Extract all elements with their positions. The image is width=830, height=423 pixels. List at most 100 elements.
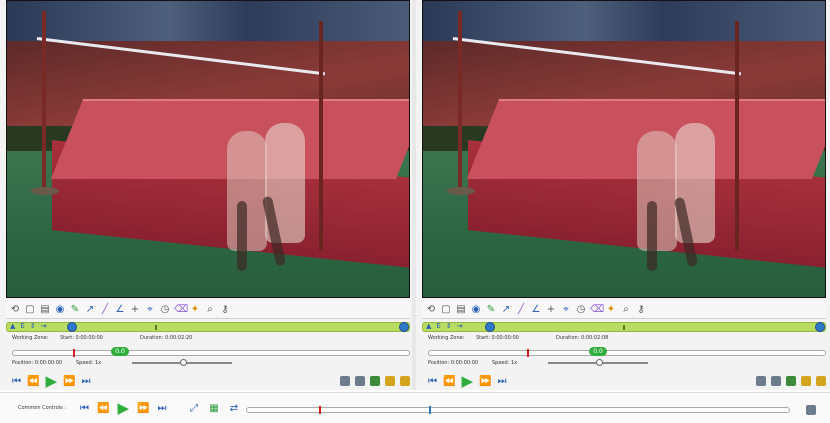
key-icon[interactable]: ⚷	[635, 304, 647, 316]
zone-start-icon[interactable]: ▲	[426, 322, 431, 330]
save-icon[interactable]	[400, 376, 410, 386]
zone-end-icon[interactable]: E	[436, 322, 440, 330]
upright-base	[447, 187, 475, 195]
speed-knob[interactable]	[596, 359, 603, 366]
flag-icon[interactable]	[385, 376, 395, 386]
common-first-frame-icon[interactable]: ⏮	[80, 403, 89, 414]
athlete-ghost	[637, 131, 677, 251]
common-red-marker	[319, 406, 321, 414]
swap-icon[interactable]: ⇄	[228, 403, 240, 415]
pane-actions	[340, 376, 410, 386]
angle-icon[interactable]: ∠	[530, 304, 542, 316]
eraser-icon[interactable]: ⌫	[590, 304, 604, 316]
snapshot-icon[interactable]	[756, 376, 766, 386]
common-position-slider[interactable]	[246, 406, 790, 414]
crosshair-icon[interactable]: ⌖	[144, 304, 156, 316]
snapshot-icon[interactable]	[806, 405, 816, 415]
working-zone-label: Working Zone:	[428, 335, 465, 341]
grid-icon[interactable]: ▤	[455, 304, 467, 316]
crosshair-icon[interactable]: ⌖	[560, 304, 572, 316]
position-marker	[73, 349, 75, 357]
video-frame[interactable]	[422, 0, 826, 298]
pause-icon[interactable]	[370, 376, 380, 386]
play-icon[interactable]: ▶	[45, 372, 57, 390]
angle-icon[interactable]: ∠	[114, 304, 126, 316]
next-frame-icon[interactable]: ⏩	[479, 376, 491, 387]
athlete-leg	[237, 201, 247, 271]
save-icon[interactable]	[816, 376, 826, 386]
working-zone-end-handle[interactable]	[815, 322, 825, 332]
left-upright	[42, 11, 46, 191]
video-export-icon[interactable]	[771, 376, 781, 386]
pencil-icon[interactable]: ✎	[69, 304, 81, 316]
eye-icon[interactable]: ◉	[470, 304, 482, 316]
last-frame-icon[interactable]: ⏭	[81, 376, 90, 387]
cross-icon[interactable]: +	[545, 304, 557, 316]
eye-icon[interactable]: ◉	[54, 304, 66, 316]
eraser-icon[interactable]: ⌫	[174, 304, 188, 316]
zone-start-icon[interactable]: ▲	[10, 322, 15, 330]
line-icon[interactable]: ╱	[515, 304, 527, 316]
working-zone-bar[interactable]	[6, 322, 410, 332]
history-icon[interactable]: ⟲	[9, 304, 21, 316]
common-last-frame-icon[interactable]: ⏭	[157, 403, 166, 414]
sync-icon[interactable]: ⤢	[188, 403, 200, 415]
working-zone-label: Working Zone:	[12, 335, 49, 341]
position-badge[interactable]: 0.0	[111, 347, 129, 356]
working-zone-end-handle[interactable]	[399, 322, 409, 332]
zone-jump-icon[interactable]: ⇥	[41, 322, 47, 330]
zone-lock-icon[interactable]: ⇕	[446, 322, 452, 330]
pencil-icon[interactable]: ✎	[485, 304, 497, 316]
clock-icon[interactable]: ◷	[159, 304, 171, 316]
magnet-icon[interactable]: ✦	[605, 304, 617, 316]
arrow-icon[interactable]: ↗	[84, 304, 96, 316]
video-frame[interactable]	[6, 0, 410, 298]
position-slider[interactable]: 0.0	[12, 347, 410, 357]
working-zone-marker	[623, 325, 625, 330]
magnet-icon[interactable]: ✦	[189, 304, 201, 316]
zone-lock-icon[interactable]: ⇕	[30, 322, 36, 330]
previous-frame-icon[interactable]: ⏪	[443, 376, 455, 387]
common-play-icon[interactable]: ▶	[117, 399, 129, 417]
drawing-toolbar: ⟲ ▢ ▤ ◉ ✎ ↗ ╱ ∠ + ⌖ ◷ ⌫ ✦ ⌕ ⚷	[422, 301, 826, 319]
playback-controls: ⏮ ⏪ ▶ ⏩ ⏭	[428, 372, 506, 390]
history-icon[interactable]: ⟲	[425, 304, 437, 316]
play-icon[interactable]: ▶	[461, 372, 473, 390]
snapshot-icon[interactable]	[340, 376, 350, 386]
cross-icon[interactable]: +	[129, 304, 141, 316]
merge-icon[interactable]: ▦	[208, 403, 220, 415]
working-zone-start-handle[interactable]	[67, 322, 77, 332]
first-frame-icon[interactable]: ⏮	[428, 376, 437, 387]
grid-icon[interactable]: ▤	[39, 304, 51, 316]
working-zone-marker	[155, 325, 157, 330]
flag-icon[interactable]	[801, 376, 811, 386]
arrow-icon[interactable]: ↗	[500, 304, 512, 316]
pause-icon[interactable]	[786, 376, 796, 386]
zone-end-icon[interactable]: E	[20, 322, 24, 330]
position-badge[interactable]: 0.0	[589, 347, 607, 356]
working-zone-start-handle[interactable]	[485, 322, 495, 332]
new-icon[interactable]: ▢	[440, 304, 452, 316]
last-frame-icon[interactable]: ⏭	[497, 376, 506, 387]
position-slider[interactable]: 0.0	[428, 347, 826, 357]
new-icon[interactable]: ▢	[24, 304, 36, 316]
zone-jump-icon[interactable]: ⇥	[457, 322, 463, 330]
start-label: Start: 0:00:00:00	[60, 335, 103, 341]
speed-slider[interactable]	[132, 359, 232, 366]
line-icon[interactable]: ╱	[99, 304, 111, 316]
key-icon[interactable]: ⚷	[219, 304, 231, 316]
common-previous-frame-icon[interactable]: ⏪	[97, 403, 109, 414]
speed-slider[interactable]	[548, 359, 648, 366]
clock-icon[interactable]: ◷	[575, 304, 587, 316]
right-upright	[319, 21, 323, 251]
video-export-icon[interactable]	[355, 376, 365, 386]
previous-frame-icon[interactable]: ⏪	[27, 376, 39, 387]
next-frame-icon[interactable]: ⏩	[63, 376, 75, 387]
athlete-ghost	[227, 131, 267, 251]
working-zone-bar[interactable]	[422, 322, 826, 332]
first-frame-icon[interactable]: ⏮	[12, 376, 21, 387]
speed-knob[interactable]	[180, 359, 187, 366]
magnifier-icon[interactable]: ⌕	[620, 304, 632, 316]
magnifier-icon[interactable]: ⌕	[204, 304, 216, 316]
common-next-frame-icon[interactable]: ⏩	[137, 403, 149, 414]
